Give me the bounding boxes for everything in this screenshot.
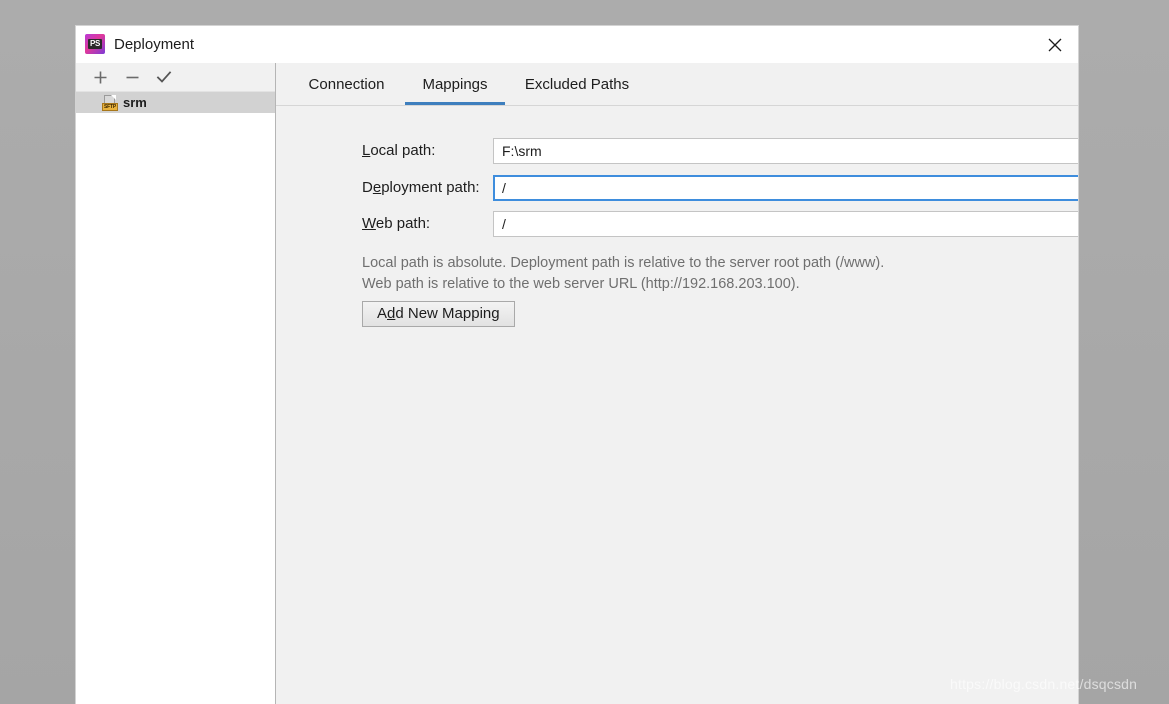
tab-connection-label: Connection — [308, 75, 385, 93]
close-icon — [1048, 38, 1062, 51]
local-path-row: Local path: F:\srm — [276, 138, 1078, 164]
list-item-label: srm — [123, 95, 147, 110]
phpstorm-icon-glyph: PS — [87, 39, 103, 49]
mapping-hint-line1: Local path is absolute. Deployment path … — [362, 255, 885, 271]
screen-background: PS Deployment SFTP srm Connection Mappin… — [0, 0, 1169, 704]
mapping-hint-line2: Web path is relative to the web server U… — [362, 276, 800, 292]
mapping-hint: Local path is absolute. Deployment path … — [362, 253, 884, 295]
minus-icon — [126, 76, 138, 78]
tab-connection[interactable]: Connection — [288, 63, 405, 105]
web-path-input[interactable]: / — [493, 211, 1078, 237]
add-server-button[interactable] — [84, 64, 116, 90]
deployment-dialog: PS Deployment SFTP srm Connection Mappin… — [76, 26, 1078, 704]
local-path-label: Local path: — [362, 142, 436, 159]
web-path-label: Web path: — [362, 215, 431, 232]
local-path-value: F:\srm — [502, 143, 542, 159]
remove-server-button[interactable] — [116, 64, 148, 90]
deployment-path-input[interactable]: / — [493, 175, 1078, 201]
server-list[interactable]: SFTP srm — [76, 92, 275, 704]
plus-icon — [94, 71, 106, 83]
panel-scrollbar[interactable] — [1075, 106, 1078, 704]
tab-mappings-label: Mappings — [422, 75, 488, 93]
apply-server-button[interactable] — [148, 64, 180, 90]
deployment-path-value: / — [502, 180, 506, 196]
add-new-mapping-button[interactable]: Add New Mapping — [362, 301, 515, 327]
list-item[interactable]: SFTP srm — [76, 92, 275, 113]
sftp-icon: SFTP — [102, 94, 118, 111]
web-path-value: / — [502, 216, 506, 232]
deployment-path-label: Deployment path: — [362, 179, 480, 196]
check-icon — [156, 71, 172, 83]
tab-excluded-paths[interactable]: Excluded Paths — [505, 63, 649, 105]
server-list-toolbar — [76, 63, 275, 92]
dialog-title: Deployment — [114, 36, 195, 53]
web-path-row: Web path: / — [276, 211, 1078, 237]
sftp-icon-badge: SFTP — [102, 102, 118, 111]
dialog-titlebar: PS Deployment — [76, 26, 1078, 64]
phpstorm-icon: PS — [85, 34, 105, 54]
deployment-path-row: Deployment path: / — [276, 175, 1078, 201]
tab-bar: Connection Mappings Excluded Paths — [276, 63, 1078, 106]
tab-excluded-paths-label: Excluded Paths — [524, 75, 630, 93]
local-path-input[interactable]: F:\srm — [493, 138, 1078, 164]
server-list-panel: SFTP srm — [76, 63, 276, 704]
close-button[interactable] — [1032, 26, 1078, 63]
settings-panel: Connection Mappings Excluded Paths Local… — [276, 63, 1078, 704]
tab-mappings[interactable]: Mappings — [405, 63, 505, 105]
